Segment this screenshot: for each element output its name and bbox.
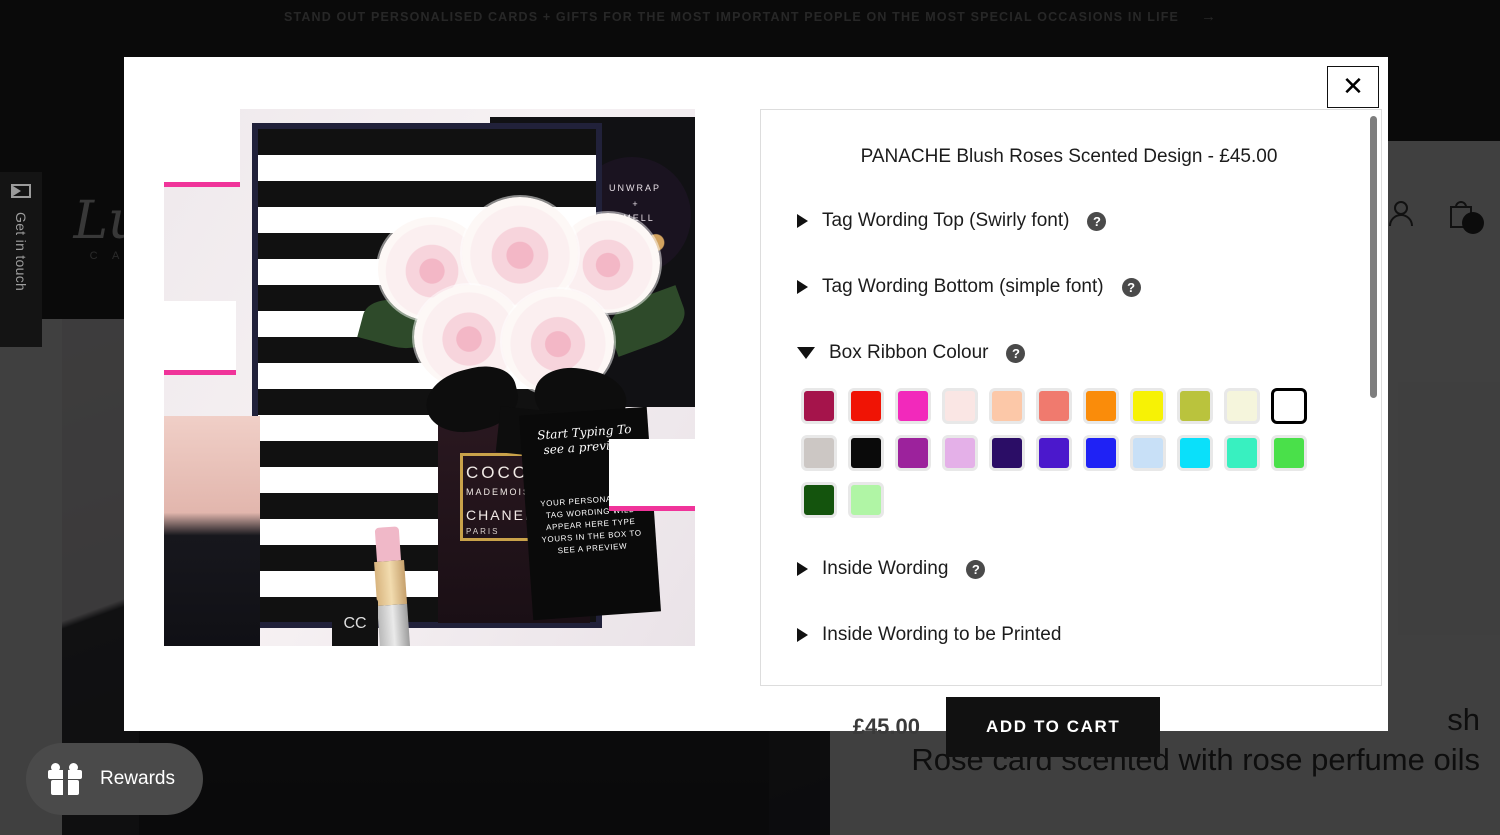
swatch-navy[interactable]: [989, 435, 1025, 471]
swatch-ivory[interactable]: [1224, 388, 1260, 424]
bottle-line-1: COCO: [466, 463, 529, 482]
swatch-dark-green[interactable]: [801, 482, 837, 518]
swatch-black[interactable]: [848, 435, 884, 471]
get-in-touch-tab[interactable]: Get in touch: [0, 172, 42, 347]
swatch-silver[interactable]: [801, 435, 837, 471]
product-option-title: PANACHE Blush Roses Scented Design - £45…: [860, 146, 1278, 167]
price-label: £45.00: [852, 714, 920, 739]
option-tag-wording-top[interactable]: Tag Wording Top (Swirly font) ?: [797, 210, 1341, 232]
option-label: Tag Wording Top (Swirly font): [822, 210, 1070, 231]
swatch-orchid[interactable]: [942, 435, 978, 471]
options-panel: PANACHE Blush Roses Scented Design - £45…: [760, 109, 1382, 686]
gift-icon: [48, 763, 82, 795]
preview-roses: [357, 189, 692, 395]
swatch-salmon[interactable]: [1036, 388, 1072, 424]
scrollbar-thumb[interactable]: [1370, 116, 1377, 398]
option-label: Inside Wording to be Printed: [822, 624, 1062, 645]
product-preview-image[interactable]: UNWRAP + SMELL COCO MADEMOISELLE CHANEL …: [164, 109, 695, 646]
preview-striped-card: COCO MADEMOISELLE CHANEL PARIS CC Start …: [252, 123, 692, 646]
rewards-widget[interactable]: Rewards: [26, 743, 203, 815]
option-box-ribbon-colour[interactable]: Box Ribbon Colour ?: [797, 342, 1341, 364]
swatch-red[interactable]: [848, 388, 884, 424]
chevron-right-icon: [797, 214, 808, 228]
swatch-white[interactable]: [1271, 388, 1307, 424]
preview-lipstick-cap: CC: [332, 599, 378, 646]
chevron-down-icon: [797, 347, 815, 359]
add-to-cart-button[interactable]: ADD TO CART: [946, 697, 1161, 757]
option-label: Inside Wording: [822, 558, 949, 579]
bottle-line-3: CHANEL: [466, 507, 535, 523]
swatch-green[interactable]: [1271, 435, 1307, 471]
chevron-right-icon: [797, 280, 808, 294]
preview-ribbon-strip: [164, 301, 236, 375]
ribbon-colour-swatches: [801, 388, 1321, 518]
swatch-burgundy[interactable]: [801, 388, 837, 424]
close-icon: ✕: [1342, 72, 1364, 102]
preview-hand: [164, 416, 260, 646]
modal-footer: £45.00 ADD TO CART: [760, 697, 1161, 757]
panel-scrollbar[interactable]: [1370, 116, 1377, 681]
option-label: Box Ribbon Colour: [829, 342, 989, 363]
option-inside-wording[interactable]: Inside Wording ?: [797, 558, 1341, 580]
product-options-modal: ✕ UNWRAP + SMELL COCO MADEMOISELLE CHANE…: [124, 57, 1388, 757]
option-tag-wording-bottom[interactable]: Tag Wording Bottom (simple font) ?: [797, 276, 1341, 298]
swatch-violet[interactable]: [1036, 435, 1072, 471]
chevron-right-icon: [797, 562, 808, 576]
preview-ribbon-strip: [164, 109, 240, 187]
swatch-orange[interactable]: [1083, 388, 1119, 424]
screen: STAND OUT PERSONALISED CARDS + GIFTS FOR…: [0, 0, 1500, 835]
help-icon[interactable]: ?: [966, 559, 986, 579]
swatch-pale-pink[interactable]: [942, 388, 978, 424]
swatch-blue[interactable]: [1083, 435, 1119, 471]
swatch-mint[interactable]: [848, 482, 884, 518]
swatch-baby-blue[interactable]: [1130, 435, 1166, 471]
swatch-purple[interactable]: [895, 435, 931, 471]
envelope-icon: [11, 184, 31, 198]
preview-ribbon-strip: [609, 439, 695, 511]
option-label: Tag Wording Bottom (simple font): [822, 276, 1104, 297]
chevron-right-icon: [797, 628, 808, 642]
swatch-peach[interactable]: [989, 388, 1025, 424]
swatch-olive[interactable]: [1177, 388, 1213, 424]
option-inside-wording-printed[interactable]: Inside Wording to be Printed: [797, 624, 1341, 646]
close-button[interactable]: ✕: [1327, 66, 1379, 108]
swatch-cyan[interactable]: [1177, 435, 1213, 471]
swatch-magenta[interactable]: [895, 388, 931, 424]
help-icon[interactable]: ?: [1121, 277, 1141, 297]
help-icon[interactable]: ?: [1006, 343, 1026, 363]
help-icon[interactable]: ?: [1087, 211, 1107, 231]
rewards-label: Rewards: [100, 768, 175, 789]
swatch-turquoise[interactable]: [1224, 435, 1260, 471]
bottle-line-4: PARIS: [466, 527, 500, 536]
swatch-yellow[interactable]: [1130, 388, 1166, 424]
get-in-touch-label: Get in touch: [13, 212, 29, 292]
